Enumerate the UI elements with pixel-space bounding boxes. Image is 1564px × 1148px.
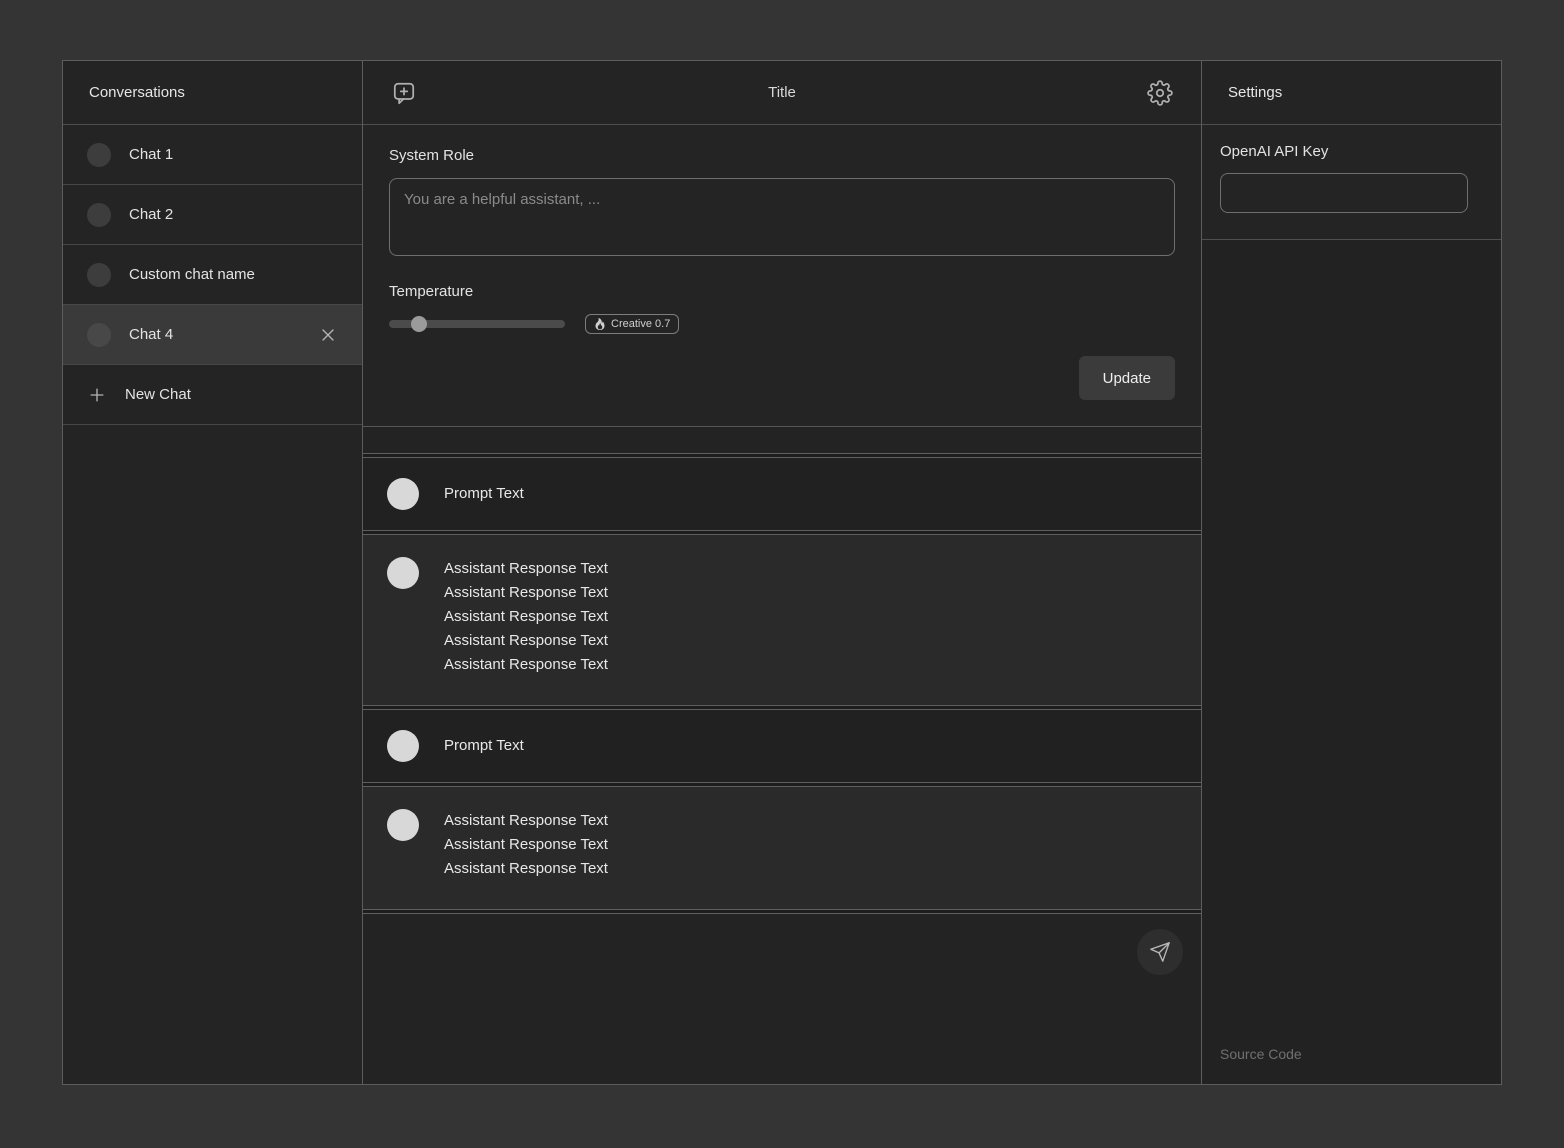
user-avatar	[387, 730, 419, 762]
system-role-input[interactable]	[389, 178, 1175, 256]
chat-panel: Title System Role Temperature	[363, 61, 1201, 1084]
update-row: Update	[389, 356, 1175, 400]
conversations-header: Conversations	[63, 61, 362, 125]
new-chat-bubble-icon[interactable]	[391, 80, 417, 106]
chat-avatar	[87, 203, 111, 227]
settings-title: Settings	[1228, 84, 1282, 101]
chat-avatar	[87, 323, 111, 347]
conversations-sidebar: Conversations Chat 1 Chat 2 Custom chat na…	[63, 61, 363, 1084]
assistant-avatar	[387, 557, 419, 589]
message-list: Prompt Text Assistant Response TextAssist…	[363, 457, 1201, 913]
system-settings-form: System Role Temperature Creative 0.7 Upd…	[363, 125, 1201, 427]
message-text: Prompt Text	[444, 482, 524, 506]
user-message: Prompt Text	[363, 709, 1201, 783]
app-window: Conversations Chat 1 Chat 2 Custom chat na…	[62, 60, 1502, 1085]
user-message: Prompt Text	[363, 457, 1201, 531]
settings-empty-area	[1202, 240, 1501, 1046]
message-text: Assistant Response TextAssistant Respons…	[444, 557, 608, 677]
new-chat-label: New Chat	[125, 386, 191, 403]
sidebar-empty-area	[63, 425, 362, 1084]
message-input[interactable]	[363, 914, 1201, 1084]
chat-title: Title	[417, 84, 1147, 101]
paper-plane-icon	[1149, 941, 1171, 963]
chat-label: Chat 2	[129, 206, 173, 223]
chat-header: Title	[363, 61, 1201, 125]
temperature-slider[interactable]	[389, 320, 565, 328]
chat-label: Chat 1	[129, 146, 173, 163]
source-code-link[interactable]: Source Code	[1202, 1046, 1501, 1084]
sidebar-item-custom-chat-name[interactable]: Custom chat name	[63, 245, 362, 305]
assistant-message: Assistant Response TextAssistant Respons…	[363, 786, 1201, 910]
close-chat-icon[interactable]	[318, 325, 338, 345]
api-key-input[interactable]	[1220, 173, 1468, 213]
messages-spacer-bar	[363, 427, 1201, 454]
message-text: Prompt Text	[444, 734, 524, 758]
plus-icon	[87, 385, 107, 405]
chat-avatar	[87, 143, 111, 167]
sidebar-item-chat-4[interactable]: Chat 4	[63, 305, 362, 365]
temperature-row: Creative 0.7	[389, 316, 1175, 332]
settings-sidebar: Settings OpenAI API Key Source Code	[1201, 61, 1501, 1084]
message-text: Assistant Response TextAssistant Respons…	[444, 809, 608, 881]
flame-icon	[594, 318, 606, 330]
sidebar-item-chat-1[interactable]: Chat 1	[63, 125, 362, 185]
gear-icon[interactable]	[1147, 80, 1173, 106]
api-key-label: OpenAI API Key	[1220, 143, 1483, 160]
temperature-badge: Creative 0.7	[585, 314, 679, 334]
settings-header: Settings	[1202, 61, 1501, 125]
new-chat-button[interactable]: New Chat	[63, 365, 362, 425]
composer	[363, 913, 1201, 1084]
temperature-label: Temperature	[389, 283, 1175, 300]
temperature-slider-thumb[interactable]	[411, 316, 427, 332]
assistant-message: Assistant Response TextAssistant Respons…	[363, 534, 1201, 706]
chat-avatar	[87, 263, 111, 287]
chat-label: Custom chat name	[129, 266, 255, 283]
user-avatar	[387, 478, 419, 510]
update-button[interactable]: Update	[1079, 356, 1175, 400]
chat-label: Chat 4	[129, 326, 173, 343]
api-key-section: OpenAI API Key	[1202, 125, 1501, 240]
chat-list: Chat 1 Chat 2 Custom chat name Chat 4	[63, 125, 362, 365]
assistant-avatar	[387, 809, 419, 841]
temperature-badge-label: Creative 0.7	[611, 318, 670, 330]
conversations-title: Conversations	[89, 84, 185, 101]
send-button[interactable]	[1137, 929, 1183, 975]
sidebar-item-chat-2[interactable]: Chat 2	[63, 185, 362, 245]
messages-area: Prompt Text Assistant Response TextAssist…	[363, 427, 1201, 1084]
system-role-label: System Role	[389, 147, 1175, 164]
